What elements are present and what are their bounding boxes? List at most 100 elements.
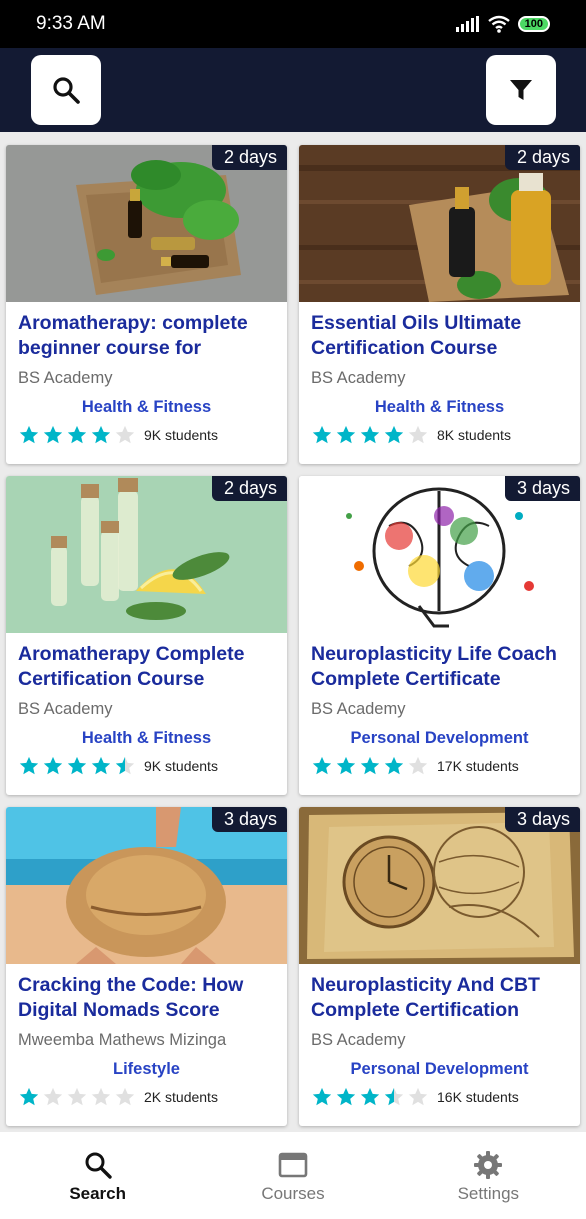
- star-full-icon: [91, 425, 111, 444]
- nav-item-search[interactable]: Search: [0, 1132, 195, 1219]
- status-time: 9:33 AM: [36, 13, 106, 34]
- course-card[interactable]: 2 days Essential Oils Ultimate Certifica…: [299, 145, 580, 464]
- course-thumbnail: 2 days: [6, 145, 287, 302]
- course-thumbnail: 2 days: [6, 476, 287, 633]
- star-full-icon: [67, 756, 87, 775]
- rating-row: 9K students: [18, 755, 275, 777]
- bottom-nav: Search Courses Settings: [0, 1132, 586, 1219]
- course-card[interactable]: 2 days Aromatherapy: complete beginner c…: [6, 145, 287, 464]
- star-full-icon: [312, 756, 332, 775]
- star-rating: [18, 1086, 136, 1108]
- status-bar: 9:33 AM 100: [0, 0, 586, 48]
- course-title[interactable]: Neuroplasticity And CBT Complete Certifi…: [311, 973, 568, 1023]
- star-full-icon: [312, 425, 332, 444]
- rating-row: 16K students: [311, 1086, 568, 1108]
- star-full-icon: [384, 756, 404, 775]
- student-count: 9K students: [144, 758, 218, 774]
- course-author: BS Academy: [18, 369, 113, 387]
- student-count: 8K students: [437, 427, 511, 443]
- rating-row: 9K students: [18, 424, 275, 446]
- course-author: Mweemba Mathews Mizinga: [18, 1031, 227, 1049]
- star-full-icon: [360, 425, 380, 444]
- star-full-icon: [336, 1087, 356, 1106]
- signal-icon: [455, 16, 479, 32]
- star-full-icon: [336, 425, 356, 444]
- course-category: Health & Fitness: [81, 398, 212, 416]
- star-full-icon: [360, 1087, 380, 1106]
- course-category: Personal Development: [350, 729, 529, 747]
- course-author: BS Academy: [311, 369, 406, 387]
- star-full-icon: [19, 425, 39, 444]
- star-empty-icon: [408, 756, 428, 775]
- star-empty-icon: [43, 1087, 63, 1106]
- course-thumbnail: 2 days: [299, 145, 580, 302]
- course-card[interactable]: 3 days Cracking the Code: How Digital No…: [6, 807, 287, 1126]
- search-icon: [85, 1152, 112, 1179]
- star-full-icon: [43, 425, 63, 444]
- star-full-icon: [91, 756, 111, 775]
- student-count: 9K students: [144, 427, 218, 443]
- duration-badge: 3 days: [211, 807, 287, 832]
- course-thumbnail: 3 days: [6, 807, 287, 964]
- status-icons: 100: [455, 15, 550, 33]
- rating-row: 8K students: [311, 424, 568, 446]
- course-title[interactable]: Neuroplasticity Life Coach Complete Cert…: [311, 642, 568, 692]
- star-rating: [18, 755, 136, 777]
- course-list[interactable]: 2 days Aromatherapy: complete beginner c…: [0, 132, 586, 1132]
- star-empty-icon: [115, 425, 135, 444]
- search-button[interactable]: [31, 55, 101, 125]
- star-full-icon: [19, 756, 39, 775]
- course-category: Personal Development: [350, 1060, 529, 1078]
- course-grid: 2 days Aromatherapy: complete beginner c…: [6, 145, 580, 1126]
- filter-icon: [510, 80, 532, 100]
- duration-badge: 3 days: [504, 807, 580, 832]
- course-card[interactable]: 2 days Aromatherapy Complete Certificati…: [6, 476, 287, 795]
- course-thumbnail: 3 days: [299, 807, 580, 964]
- star-half-icon: [115, 756, 135, 775]
- course-card[interactable]: 3 days Neuroplasticity And CBT Complete …: [299, 807, 580, 1126]
- star-rating: [18, 424, 136, 446]
- star-rating: [311, 755, 429, 777]
- course-category: Health & Fitness: [374, 398, 505, 416]
- duration-badge: 3 days: [504, 476, 580, 501]
- star-full-icon: [43, 756, 63, 775]
- course-title[interactable]: Aromatherapy: complete beginner course f…: [18, 311, 275, 361]
- nav-item-settings[interactable]: Settings: [391, 1132, 586, 1219]
- course-card[interactable]: 3 days Neuroplasticity Life Coach Comple…: [299, 476, 580, 795]
- star-empty-icon: [67, 1087, 87, 1106]
- student-count: 2K students: [144, 1089, 218, 1105]
- nav-item-courses[interactable]: Courses: [195, 1132, 390, 1219]
- course-author: BS Academy: [311, 700, 406, 718]
- student-count: 17K students: [437, 758, 519, 774]
- star-empty-icon: [91, 1087, 111, 1106]
- search-icon: [53, 77, 80, 104]
- battery-icon: 100: [517, 16, 550, 32]
- star-half-icon: [384, 1087, 404, 1106]
- star-rating: [311, 1086, 429, 1108]
- star-empty-icon: [408, 1087, 428, 1106]
- star-full-icon: [336, 756, 356, 775]
- nav-label: Courses: [261, 1184, 325, 1203]
- wifi-icon: [487, 15, 510, 33]
- course-title[interactable]: Aromatherapy Complete Certification Cour…: [18, 642, 275, 692]
- rating-row: 2K students: [18, 1086, 275, 1108]
- course-author: BS Academy: [18, 700, 113, 718]
- course-author: BS Academy: [311, 1031, 406, 1049]
- star-full-icon: [312, 1087, 332, 1106]
- star-full-icon: [360, 756, 380, 775]
- course-title[interactable]: Essential Oils Ultimate Certification Co…: [311, 311, 568, 361]
- course-category: Lifestyle: [113, 1060, 180, 1078]
- window-icon: [278, 1152, 308, 1178]
- rating-row: 17K students: [311, 755, 568, 777]
- star-rating: [311, 424, 429, 446]
- filter-button[interactable]: [486, 55, 556, 125]
- star-full-icon: [384, 425, 404, 444]
- student-count: 16K students: [437, 1089, 519, 1105]
- star-empty-icon: [115, 1087, 135, 1106]
- duration-badge: 2 days: [211, 476, 287, 501]
- nav-label: Search: [69, 1184, 127, 1203]
- course-title[interactable]: Cracking the Code: How Digital Nomads Sc…: [18, 973, 275, 1023]
- duration-badge: 2 days: [211, 145, 287, 170]
- star-full-icon: [67, 425, 87, 444]
- nav-label: Settings: [457, 1184, 520, 1203]
